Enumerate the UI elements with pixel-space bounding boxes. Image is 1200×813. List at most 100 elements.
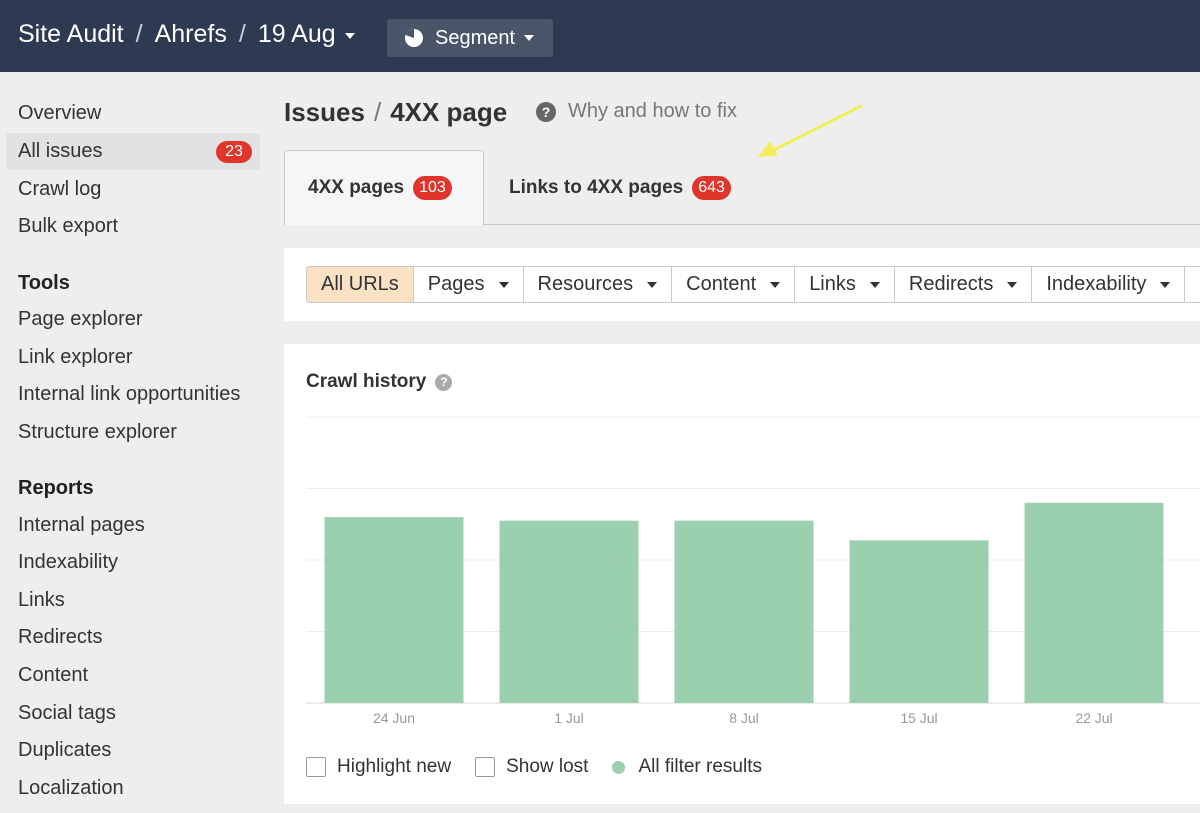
chart-bar-3[interactable] [674, 520, 814, 703]
x-tick-label: 24 Jun [373, 710, 415, 726]
filter-redirects-dropdown[interactable]: Redirects [894, 267, 1033, 302]
chart-bar-4[interactable] [849, 540, 989, 703]
sidebar-item-crawl-log[interactable]: Crawl log [6, 171, 260, 208]
x-tick-label: 1 Jul [554, 710, 584, 726]
sidebar-item-label: Duplicates [18, 739, 112, 761]
sidebar-item-label: Overview [18, 102, 102, 124]
filter-pages-dropdown[interactable]: Pages [413, 267, 524, 302]
issues-count-badge: 23 [216, 141, 252, 163]
crawl-date-label: 19 Aug [257, 20, 336, 48]
sidebar-item-internal-pages[interactable]: Internal pages [6, 507, 260, 544]
filter-indexability-dropdown[interactable]: Indexability [1032, 267, 1186, 302]
crawl-date-dropdown[interactable]: 19 Aug [258, 20, 355, 49]
filter-label: Indexability [1046, 273, 1147, 295]
segment-button[interactable]: Segment [387, 19, 553, 57]
chart-bar-2[interactable] [499, 520, 639, 703]
chevron-down-icon [1007, 281, 1018, 288]
filter-label: Resources [537, 273, 634, 295]
chart-title: Crawl history ? [306, 371, 453, 393]
reports-heading: Reports [18, 477, 94, 499]
highlight-new-toggle[interactable]: Highlight new [306, 756, 451, 778]
issues-breadcrumb-link[interactable]: Issues [284, 97, 365, 127]
tab-4xx-pages[interactable]: 4XX pages 103 [284, 150, 484, 225]
page-title: Issues / 4XX page [284, 97, 507, 128]
sidebar-item-structure-explorer[interactable]: Structure explorer [6, 414, 260, 451]
annotation-arrow-icon [758, 104, 863, 157]
chevron-down-icon [1160, 281, 1171, 288]
sidebar-item-all-issues[interactable]: All issues 23 [6, 133, 260, 170]
sidebar-item-label: Content [18, 664, 89, 686]
chevron-down-icon [498, 281, 509, 288]
sidebar-item-internal-link-opportunities[interactable]: Internal link opportunities [6, 376, 260, 413]
chevron-down-icon [770, 281, 781, 288]
highlight-new-label: Highlight new [337, 756, 452, 777]
sidebar-item-label: Internal link opportunities [18, 383, 241, 405]
chevron-down-icon [344, 32, 355, 39]
x-tick-label: 15 Jul [900, 710, 937, 726]
sidebar-item-duplicates[interactable]: Duplicates [6, 732, 260, 769]
sidebar-item-label: Social tags [18, 702, 116, 724]
help-link-label: Why and how to fix [568, 100, 737, 122]
filter-links-dropdown[interactable]: Links [795, 267, 895, 302]
sidebar-item-label: Localization [18, 777, 124, 799]
top-breadcrumb: Site Audit / Ahrefs / 19 Aug [18, 20, 355, 49]
legend-series-label: All filter results [638, 756, 762, 777]
why-and-how-to-fix-link[interactable]: ? Why and how to fix [536, 100, 737, 123]
filter-panel: All URLs Pages Resources Content Links R… [284, 248, 1200, 321]
chevron-down-icon [647, 281, 658, 288]
sidebar-item-label: All issues [18, 140, 103, 162]
tab-count-badge: 643 [692, 175, 731, 200]
breadcrumb-separator: / [238, 20, 246, 48]
issue-name: 4XX page [390, 97, 508, 127]
crumb-project[interactable]: Ahrefs [155, 20, 227, 49]
sidebar-item-label: Internal pages [18, 514, 145, 536]
breadcrumb-separator: / [135, 20, 143, 48]
series-dot-icon [612, 760, 626, 774]
sidebar-item-indexability[interactable]: Indexability [6, 544, 260, 581]
tab-label: 4XX pages [308, 177, 405, 198]
filter-all-urls[interactable]: All URLs [307, 267, 414, 302]
sidebar-item-label: Bulk export [18, 215, 119, 237]
sidebar-item-label: Redirects [18, 626, 103, 648]
tools-heading: Tools [18, 272, 70, 294]
show-lost-toggle[interactable]: Show lost [475, 756, 588, 778]
filter-content-dropdown[interactable]: Content [672, 267, 796, 302]
show-lost-checkbox[interactable] [475, 757, 496, 777]
breadcrumb-separator: / [373, 97, 382, 127]
chart-bar-5[interactable] [1024, 502, 1164, 703]
sidebar-item-page-explorer[interactable]: Page explorer [6, 301, 260, 338]
sidebar-item-label: Indexability [18, 551, 119, 573]
sidebar-item-label: Structure explorer [18, 421, 177, 443]
filter-label: Content [686, 273, 757, 295]
sidebar-item-content[interactable]: Content [6, 657, 260, 694]
sidebar-item-redirects[interactable]: Redirects [6, 619, 260, 656]
crawl-history-chart: 24 Jun 1 Jul 8 Jul 15 Jul 22 Jul [306, 416, 1200, 726]
sidebar-item-links[interactable]: Links [6, 582, 260, 619]
filter-label: All URLs [321, 273, 399, 295]
chart-bar-1[interactable] [324, 517, 464, 703]
tab-links-to-4xx-pages[interactable]: Links to 4XX pages 643 [509, 150, 731, 225]
chevron-down-icon [524, 35, 535, 41]
legend-all-filter-results: All filter results [612, 756, 762, 778]
chevron-down-icon [869, 281, 880, 288]
sidebar-item-bulk-export[interactable]: Bulk export [6, 208, 260, 245]
sidebar-item-link-explorer[interactable]: Link explorer [6, 339, 260, 376]
filter-label: Links [809, 273, 856, 295]
filter-label: Redirects [908, 273, 994, 295]
filter-resources-dropdown[interactable]: Resources [523, 267, 673, 302]
question-icon[interactable]: ? [435, 373, 453, 391]
filter-button-group: All URLs Pages Resources Content Links R… [306, 266, 1200, 303]
top-bar: Site Audit / Ahrefs / 19 Aug Segment [0, 0, 1200, 72]
tab-count-badge: 103 [413, 176, 452, 200]
crumb-site-audit[interactable]: Site Audit [18, 20, 124, 49]
tab-label: Links to 4XX pages [509, 176, 684, 198]
pie-chart-icon [404, 28, 424, 48]
chart-title-text: Crawl history [306, 371, 427, 392]
sidebar-item-social-tags[interactable]: Social tags [6, 695, 260, 732]
sidebar-item-label: Links [18, 589, 65, 611]
sidebar-item-localization[interactable]: Localization [6, 770, 260, 807]
x-tick-label: 22 Jul [1075, 710, 1112, 726]
x-tick-label: 8 Jul [729, 710, 759, 726]
sidebar-item-overview[interactable]: Overview [6, 95, 260, 132]
highlight-new-checkbox[interactable] [306, 757, 326, 777]
